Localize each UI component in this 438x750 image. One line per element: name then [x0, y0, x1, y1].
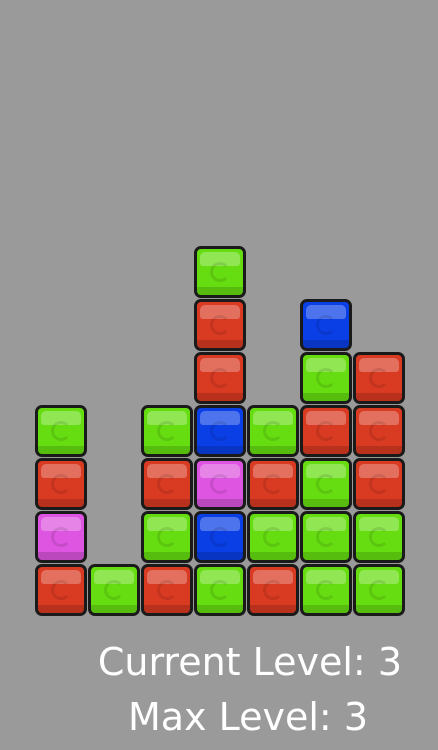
tile-green[interactable]	[300, 511, 352, 563]
swirl-icon	[210, 580, 230, 600]
swirl-icon	[263, 527, 283, 547]
swirl-icon	[51, 421, 71, 441]
tile-red[interactable]	[353, 352, 405, 404]
swirl-icon	[263, 474, 283, 494]
tile-red[interactable]	[194, 352, 246, 404]
tile-red[interactable]	[35, 458, 87, 510]
tile-blue[interactable]	[300, 299, 352, 351]
tile-green[interactable]	[194, 564, 246, 616]
swirl-icon	[316, 527, 336, 547]
tile-green[interactable]	[353, 564, 405, 616]
tile-green[interactable]	[194, 246, 246, 298]
tile-red[interactable]	[141, 564, 193, 616]
tile-green[interactable]	[141, 511, 193, 563]
tile-purple[interactable]	[35, 511, 87, 563]
swirl-icon	[369, 527, 389, 547]
tile-green[interactable]	[300, 564, 352, 616]
swirl-icon	[263, 580, 283, 600]
tile-purple[interactable]	[194, 458, 246, 510]
swirl-icon	[51, 474, 71, 494]
swirl-icon	[316, 315, 336, 335]
tile-green[interactable]	[353, 511, 405, 563]
swirl-icon	[157, 474, 177, 494]
swirl-icon	[210, 421, 230, 441]
swirl-icon	[316, 580, 336, 600]
swirl-icon	[369, 421, 389, 441]
swirl-icon	[210, 474, 230, 494]
tile-green[interactable]	[247, 511, 299, 563]
tile-green[interactable]	[88, 564, 140, 616]
tile-green[interactable]	[35, 405, 87, 457]
swirl-icon	[157, 527, 177, 547]
tile-blue[interactable]	[194, 511, 246, 563]
tile-red[interactable]	[141, 458, 193, 510]
swirl-icon	[157, 580, 177, 600]
tile-green[interactable]	[300, 352, 352, 404]
tile-green[interactable]	[300, 458, 352, 510]
swirl-icon	[369, 580, 389, 600]
swirl-icon	[316, 474, 336, 494]
tile-green[interactable]	[247, 405, 299, 457]
current-level-label: Current Level: 3	[97, 640, 402, 684]
game-board	[0, 0, 438, 620]
swirl-icon	[263, 421, 283, 441]
tile-green[interactable]	[141, 405, 193, 457]
swirl-icon	[51, 580, 71, 600]
tile-red[interactable]	[247, 564, 299, 616]
tile-red[interactable]	[247, 458, 299, 510]
tile-blue[interactable]	[194, 405, 246, 457]
swirl-icon	[51, 527, 71, 547]
swirl-icon	[104, 580, 124, 600]
swirl-icon	[210, 315, 230, 335]
swirl-icon	[210, 262, 230, 282]
swirl-icon	[210, 527, 230, 547]
tile-red[interactable]	[194, 299, 246, 351]
swirl-icon	[369, 474, 389, 494]
swirl-icon	[157, 421, 177, 441]
swirl-icon	[316, 421, 336, 441]
tile-red[interactable]	[353, 405, 405, 457]
tile-red[interactable]	[353, 458, 405, 510]
tile-red[interactable]	[35, 564, 87, 616]
tile-red[interactable]	[300, 405, 352, 457]
swirl-icon	[369, 368, 389, 388]
max-level-label: Max Level: 3	[127, 695, 368, 739]
swirl-icon	[210, 368, 230, 388]
swirl-icon	[316, 368, 336, 388]
